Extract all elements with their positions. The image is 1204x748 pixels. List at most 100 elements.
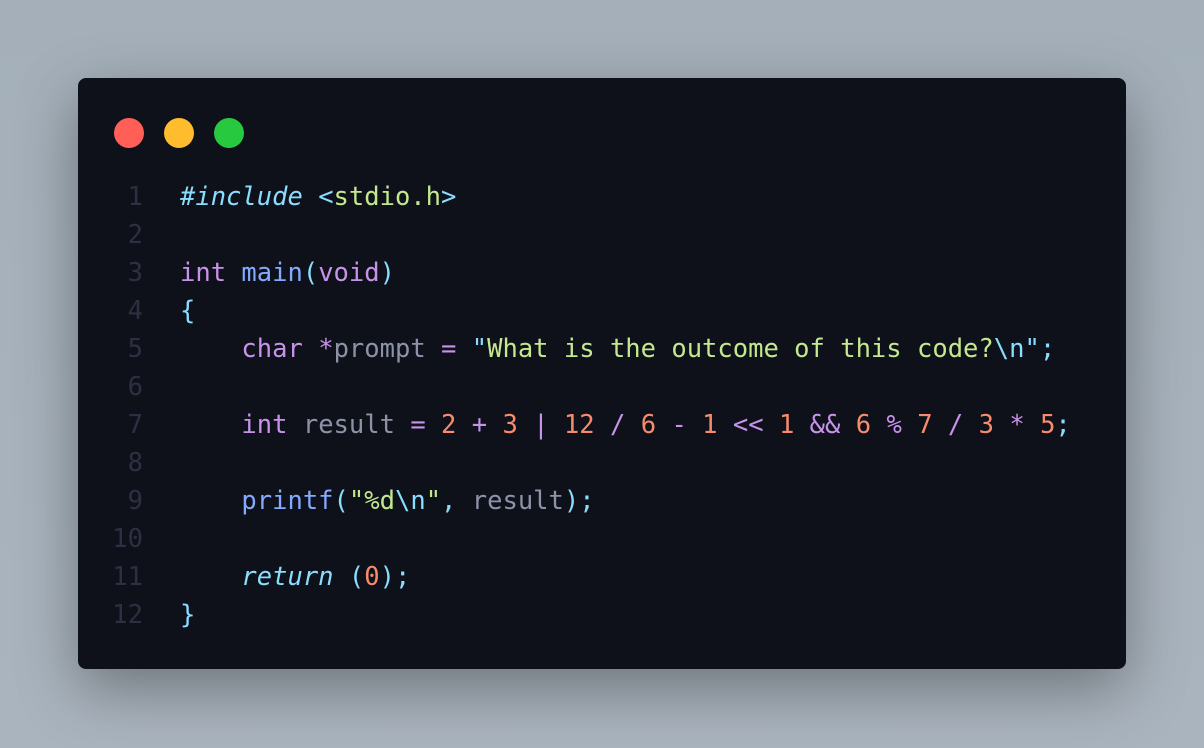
code-token: << (732, 410, 764, 440)
code-token: { (180, 296, 196, 326)
code-token: int (180, 258, 227, 288)
code-token: 3 (978, 410, 994, 440)
line-number: 10 (112, 524, 143, 554)
code-token: 12 (563, 410, 595, 440)
maximize-button[interactable] (214, 118, 244, 148)
code-token: + (471, 410, 488, 440)
line-number: 12 (112, 600, 143, 630)
code-token: " (425, 486, 442, 516)
code-token: / (610, 410, 626, 440)
code-token: main (241, 258, 303, 288)
line-number: 6 (127, 372, 143, 402)
code-token: 6 (640, 410, 657, 440)
code-token: What is the outcome of this code? (487, 334, 994, 364)
line-source: int result = 2 + 3 | 12 / 6 - 1 << 1 && … (180, 406, 1071, 444)
code-token: result (471, 486, 564, 516)
code-token: 3 (502, 410, 518, 440)
line-number: 9 (127, 486, 143, 516)
code-token: 1 (778, 410, 795, 440)
line-source: char *prompt = "What is the outcome of t… (180, 330, 1055, 368)
code-token: "%d (348, 486, 395, 516)
line-source: { (180, 292, 195, 330)
code-token: / (947, 410, 964, 440)
code-token: , (441, 486, 472, 516)
code-token: ; (1039, 334, 1056, 364)
line-number: 11 (112, 562, 143, 592)
code-token: ) (379, 258, 395, 288)
code-token: 5 (1040, 410, 1056, 440)
code-token: ( (302, 258, 319, 288)
code-token: | (533, 410, 549, 440)
code-token: * (1009, 410, 1025, 440)
line-number: 8 (127, 448, 143, 478)
code-token: 1 (702, 410, 718, 440)
code-token: stdio.h (333, 182, 442, 212)
code-token: " (471, 334, 488, 364)
code-token: return (241, 562, 334, 592)
code-token: ) (563, 486, 580, 516)
code-token: ; (1055, 410, 1071, 440)
code-token: = (441, 334, 457, 364)
line-number: 3 (127, 258, 143, 288)
code-token: && (809, 410, 841, 440)
code-token: void (318, 258, 380, 288)
code-token: - (671, 410, 687, 440)
code-token: #include (180, 182, 303, 212)
line-number: 7 (127, 410, 143, 440)
code-token: ( (333, 486, 349, 516)
code-token: ; (579, 486, 595, 516)
code-token: printf (241, 486, 334, 516)
line-source: return (0); (180, 558, 410, 596)
code-window: 1 #include <stdio.h> 2 3 int main(void) 4{5 c… (78, 78, 1126, 669)
code-token: 7 (917, 410, 933, 440)
code-token: ) (379, 562, 395, 592)
minimize-button[interactable] (164, 118, 194, 148)
close-button[interactable] (114, 118, 144, 148)
code-token: > (441, 182, 457, 212)
code-token: result (302, 410, 395, 440)
code-token: % (886, 410, 902, 440)
code-token: = (410, 410, 426, 440)
code-token: int (241, 410, 288, 440)
code-token: ( (348, 562, 365, 592)
code-token: } (180, 600, 196, 630)
line-source: #include <stdio.h> (180, 178, 456, 216)
line-number: 5 (127, 334, 143, 364)
code-token: \n (993, 334, 1025, 364)
code-token: 2 (441, 410, 457, 440)
code-token: char (241, 334, 303, 364)
line-source: int main(void) (180, 254, 395, 292)
line-source: } (180, 596, 195, 634)
line-number: 1 (127, 182, 143, 212)
code-token: ; (394, 562, 411, 592)
code-token: " (1024, 334, 1040, 364)
